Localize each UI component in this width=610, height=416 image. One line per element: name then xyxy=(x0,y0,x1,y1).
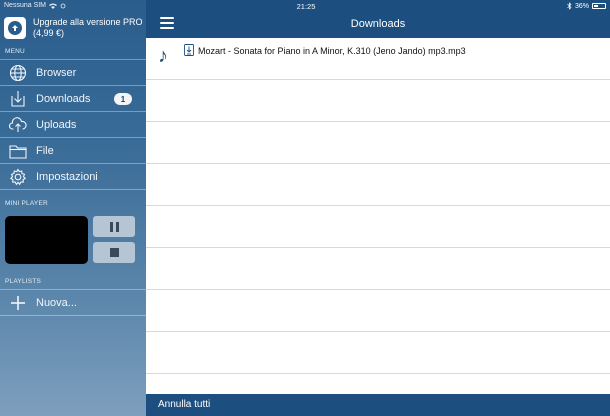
status-bar-left: Nessuna SIM xyxy=(4,2,66,9)
sidebar-item-uploads[interactable]: Uploads xyxy=(0,112,146,138)
sidebar-item-settings[interactable]: Impostazioni xyxy=(0,164,146,190)
folder-icon xyxy=(8,141,28,161)
upgrade-title: Upgrade alla versione PRO xyxy=(33,17,143,27)
sidebar: Nessuna SIM Upgrade alla versione PRO (4… xyxy=(0,0,146,416)
download-file-name: Mozart - Sonata for Piano in A Minor, K.… xyxy=(198,46,466,56)
list-item-empty xyxy=(146,248,610,290)
download-status-icon xyxy=(184,44,194,56)
sync-icon xyxy=(60,3,66,8)
plus-icon xyxy=(8,293,28,313)
mini-player-section-label: MINI PLAYER xyxy=(5,200,48,207)
list-item-empty xyxy=(146,80,610,122)
main-content: 21:25 36% Downloads ♪ Mozart - Sonata fo… xyxy=(146,0,610,416)
sidebar-item-label: Uploads xyxy=(36,118,77,131)
navbar: 21:25 36% Downloads xyxy=(146,0,610,38)
page-title: Downloads xyxy=(350,18,406,30)
cancel-all-button[interactable]: Annulla tutti xyxy=(158,399,210,410)
downloads-list: ♪ Mozart - Sonata for Piano in A Minor, … xyxy=(146,38,610,374)
sidebar-item-downloads[interactable]: Downloads 1 xyxy=(0,86,146,112)
cloud-upload-icon xyxy=(8,115,28,135)
status-time: 21:25 xyxy=(296,2,316,11)
downloads-count-badge: 1 xyxy=(114,93,132,105)
bluetooth-icon xyxy=(567,2,572,10)
stop-icon xyxy=(109,248,119,257)
list-item-empty xyxy=(146,164,610,206)
stop-button[interactable] xyxy=(93,242,135,263)
carrier-label: Nessuna SIM xyxy=(4,2,47,9)
mini-player-screen[interactable] xyxy=(5,216,88,264)
menu-section-label: MENU xyxy=(5,48,25,55)
battery-percent: 36% xyxy=(574,2,589,10)
sidebar-item-label: Downloads xyxy=(36,92,91,105)
bottom-toolbar: Annulla tutti xyxy=(146,394,610,416)
gear-icon xyxy=(8,167,28,187)
upgrade-icon xyxy=(4,17,26,39)
list-item[interactable]: ♪ Mozart - Sonata for Piano in A Minor, … xyxy=(146,38,610,80)
sidebar-item-browser[interactable]: Browser xyxy=(0,60,146,86)
wifi-icon xyxy=(49,3,58,9)
new-playlist-label: Nuova... xyxy=(36,296,77,309)
sidebar-item-file[interactable]: File xyxy=(0,138,146,164)
download-icon xyxy=(8,89,28,109)
pause-icon xyxy=(109,221,119,232)
upgrade-pro-banner[interactable]: Upgrade alla versione PRO (4,99 €) xyxy=(4,14,144,42)
sidebar-item-label: Browser xyxy=(36,66,77,79)
list-item-empty xyxy=(146,206,610,248)
playlists-section-label: PLAYLISTS xyxy=(5,278,42,285)
status-bar-right: 36% xyxy=(567,2,606,10)
music-note-icon: ♪ xyxy=(158,45,168,67)
sidebar-item-label: Impostazioni xyxy=(36,170,98,183)
list-item-empty xyxy=(146,290,610,332)
upgrade-text: Upgrade alla versione PRO (4,99 €) xyxy=(33,17,143,39)
battery-icon xyxy=(592,3,606,9)
upgrade-price: (4,99 €) xyxy=(33,28,65,38)
list-item-empty xyxy=(146,122,610,164)
sidebar-item-label: File xyxy=(36,144,54,157)
list-item-empty xyxy=(146,332,610,374)
pause-button[interactable] xyxy=(93,216,135,237)
new-playlist-button[interactable]: Nuova... xyxy=(0,290,146,316)
globe-icon xyxy=(8,63,28,83)
